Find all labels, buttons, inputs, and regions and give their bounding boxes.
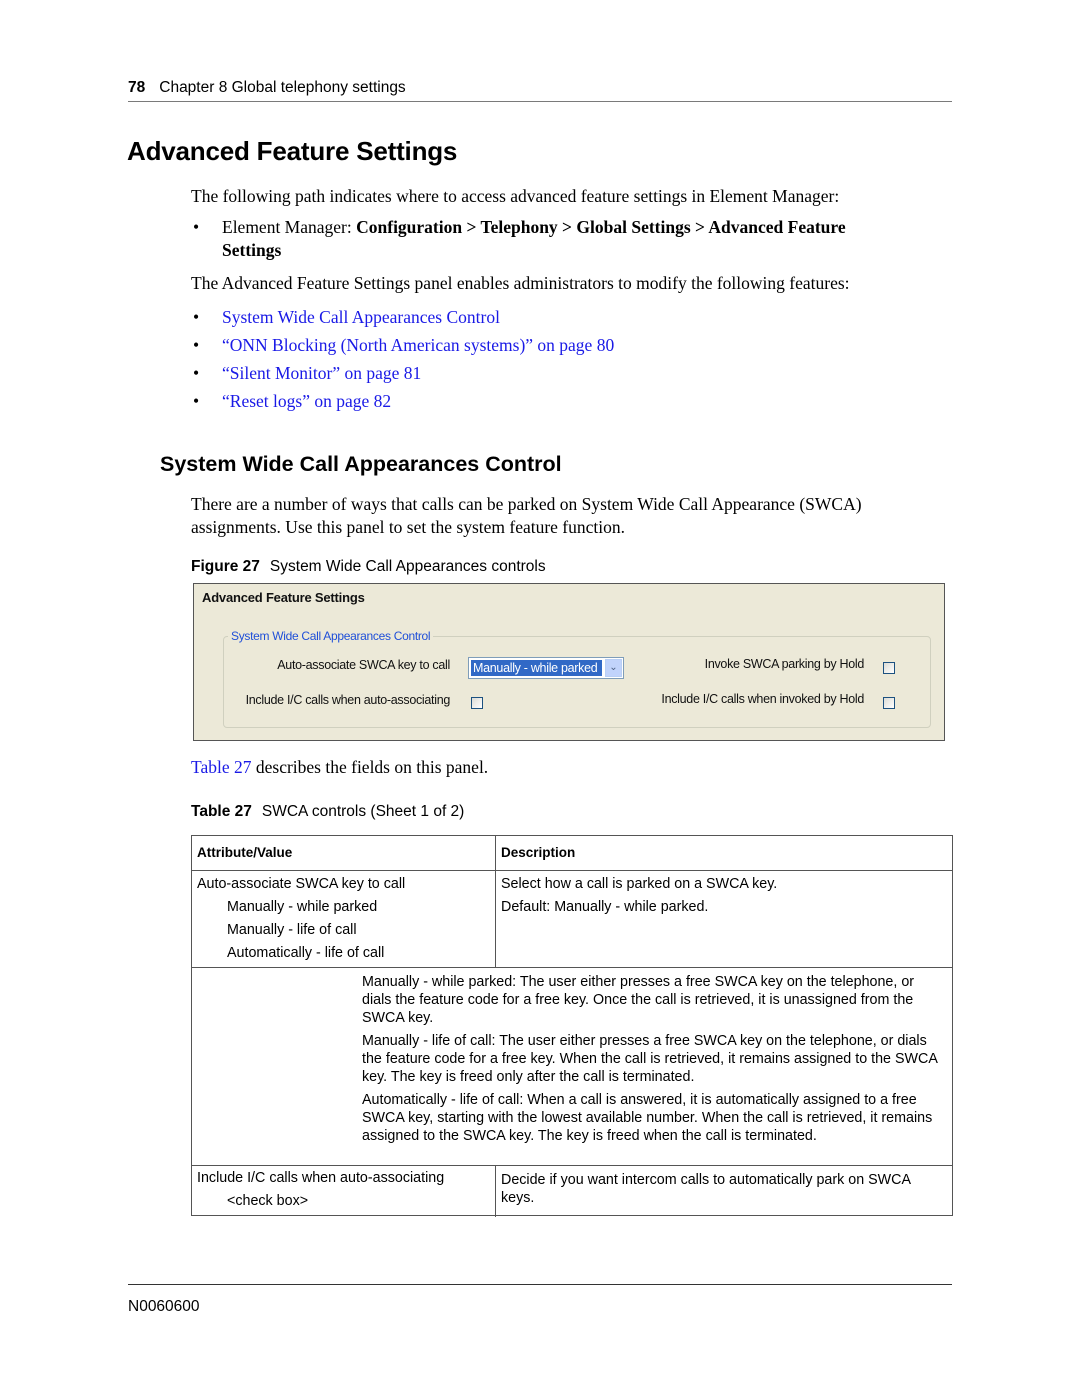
chevron-down-icon[interactable]: ⌄ — [605, 659, 622, 677]
table-divider — [192, 1165, 952, 1166]
group-title: System Wide Call Appearances Control — [228, 629, 434, 643]
figure-caption-text: System Wide Call Appearances controls — [269, 558, 546, 575]
figure-label: Figure 27 — [191, 558, 260, 575]
auto-associate-label: Auto-associate SWCA key to call — [277, 658, 450, 672]
table-row-description: Select how a call is parked on a SWCA ke… — [501, 873, 777, 919]
attribute-value: Manually - life of call — [227, 922, 357, 938]
feature-link-item: • System Wide Call Appearances Control — [193, 306, 500, 329]
include-ic-hold-checkbox[interactable] — [883, 697, 895, 709]
bullet: • — [193, 335, 200, 355]
panel-title: Advanced Feature Settings — [202, 590, 365, 605]
link-reset-logs[interactable]: “Reset logs” on page 82 — [222, 391, 391, 411]
invoke-hold-label: Invoke SWCA parking by Hold — [704, 657, 865, 671]
description-line: Default: Manually - while parked. — [501, 899, 709, 915]
column-divider — [495, 836, 496, 967]
description-line: Select how a call is parked on a SWCA ke… — [501, 876, 778, 892]
path-bullet: • Element Manager: Configuration > Telep… — [193, 216, 942, 262]
path-bold-2: Settings — [222, 240, 282, 260]
running-header: 78 Chapter 8 Global telephony settings — [128, 79, 952, 102]
table-link[interactable]: Table 27 — [191, 757, 252, 777]
link-onn-blocking[interactable]: “ONN Blocking (North American systems)” … — [222, 335, 614, 355]
table-divider — [192, 870, 952, 871]
auto-associate-select[interactable]: Manually - while parked ⌄ — [468, 657, 624, 679]
link-swca[interactable]: System Wide Call Appearances Control — [222, 307, 500, 327]
advanced-feature-settings-panel: Advanced Feature Settings System Wide Ca… — [193, 583, 945, 741]
attribute-name: Include I/C calls when auto-associating — [197, 1170, 445, 1186]
subsection-title: System Wide Call Appearances Control — [160, 452, 562, 476]
include-ic-auto-checkbox[interactable] — [471, 697, 483, 709]
attribute-name: Auto-associate SWCA key to call — [197, 876, 406, 892]
document-number: N0060600 — [128, 1298, 200, 1315]
swca-controls-table: Attribute/Value Description Auto-associa… — [191, 835, 953, 1217]
table-divider — [192, 967, 952, 968]
bullet: • — [193, 391, 200, 411]
figure-caption: Figure 27 System Wide Call Appearances co… — [191, 558, 546, 576]
note-paragraph: Manually - life of call: The user either… — [362, 1033, 938, 1085]
subsection-paragraph: There are a number of ways that calls ca… — [191, 493, 862, 539]
swca-group-box — [223, 636, 931, 728]
include-ic-auto-label: Include I/C calls when auto-associating — [245, 693, 451, 707]
bullet: • — [193, 363, 200, 383]
bullet: • — [193, 307, 200, 327]
note-paragraph: Automatically - life of call: When a cal… — [362, 1092, 933, 1144]
table-ref-text: describes the fields on this panel. — [251, 757, 489, 777]
invoke-hold-checkbox[interactable] — [883, 662, 895, 674]
feature-link-item: • “Reset logs” on page 82 — [193, 390, 391, 413]
note-paragraph: Manually - while parked: The user either… — [362, 974, 915, 1026]
footer-divider — [128, 1284, 952, 1285]
table-row-attribute: Auto-associate SWCA key to call Manually… — [197, 873, 405, 965]
attribute-value: <check box> — [227, 1193, 309, 1209]
table-caption-text: SWCA controls (Sheet 1 of 2) — [261, 803, 465, 820]
path-prefix: Element Manager: — [222, 217, 357, 237]
para-line: There are a number of ways that calls ca… — [191, 494, 862, 514]
para-line: assignments. Use this panel to set the s… — [191, 517, 626, 537]
selected-value: Manually - while parked — [471, 660, 602, 676]
bullet: • — [193, 217, 200, 237]
section-title: Advanced Feature Settings — [127, 136, 458, 166]
table-reference: Table 27 describes the fields on this pa… — [191, 756, 488, 779]
table-row-attribute: Include I/C calls when auto-associating … — [197, 1167, 444, 1213]
feature-link-item: • “ONN Blocking (North American systems)… — [193, 334, 614, 357]
intro-paragraph: The following path indicates where to ac… — [191, 186, 840, 206]
attribute-value: Automatically - life of call — [227, 945, 385, 961]
header-attribute: Attribute/Value — [197, 845, 293, 860]
table-notes: Manually - while parked: The user either… — [362, 973, 947, 1150]
table-caption: Table 27 SWCA controls (Sheet 1 of 2) — [191, 803, 464, 821]
header-description: Description — [501, 845, 576, 860]
feature-link-item: • “Silent Monitor” on page 81 — [193, 362, 421, 385]
chapter-title: Chapter 8 Global telephony settings — [159, 79, 406, 96]
attribute-value: Manually - while parked — [227, 899, 378, 915]
column-divider — [495, 1165, 496, 1217]
include-ic-hold-label: Include I/C calls when invoked by Hold — [661, 692, 864, 706]
page-number: 78 — [128, 79, 146, 96]
table-row-description: Decide if you want intercom calls to aut… — [501, 1172, 911, 1206]
table-label: Table 27 — [191, 803, 252, 820]
path-bold-1: Configuration > Telephony > Global Setti… — [356, 217, 846, 237]
features-intro: The Advanced Feature Settings panel enab… — [191, 273, 850, 293]
link-silent-monitor[interactable]: “Silent Monitor” on page 81 — [222, 363, 421, 383]
